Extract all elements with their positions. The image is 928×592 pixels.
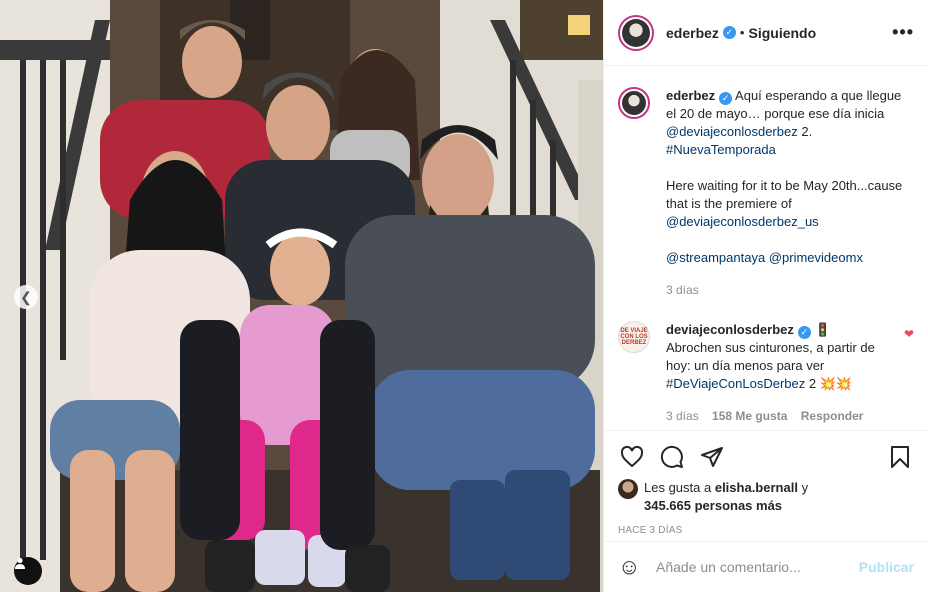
caption-mention-4[interactable]: @primevideomx [769,250,863,265]
comment-text: Abrochen sus cinturones, a partir de hoy… [666,340,875,373]
post-actions: Les gusta a elisha.bernall y 345.665 per… [604,430,928,536]
comment-button[interactable] [658,443,686,471]
verified-badge-icon: ✓ [722,26,736,39]
save-button[interactable] [886,443,914,471]
caption-text-1b: 2. [797,124,813,139]
carousel-prev-button[interactable]: ❮ [14,285,38,309]
comment-item: DE VIAJE CON LOS DERBEZ deviajeconlosder… [618,321,914,425]
comment-likes[interactable]: 158 Me gusta [712,409,787,423]
likes-conj: y [801,480,809,495]
following-button[interactable]: Siguiendo [748,25,816,41]
caption: ederbez ✓ Aquí esperando a que llegue el … [618,87,914,299]
add-comment-bar: ☺ Publicar [604,541,928,592]
liker-username[interactable]: elisha.bernall [715,480,798,495]
comment-emojis: 💥💥 [819,376,853,391]
tagged-users-button[interactable] [14,557,42,585]
caption-meta: 3 días [666,281,914,299]
liker-avatar[interactable] [618,479,638,499]
comment-hashtag[interactable]: #DeViajeConLosDerbez [666,376,805,391]
send-icon [701,447,723,467]
comment-author[interactable]: deviajeconlosderbez [666,322,794,337]
caption-author[interactable]: ederbez [666,88,715,103]
comment-like-heart-icon[interactable]: ❤ [904,327,914,425]
family-photo-illustration [0,0,603,592]
post-header: ederbez ✓ • Siguiendo ••• [604,0,928,66]
likes-summary: Les gusta a elisha.bernall y 345.665 per… [618,479,914,515]
comment-reply-button[interactable]: Responder [801,409,864,423]
caption-hashtag-1[interactable]: #NuevaTemporada [666,142,776,157]
post-side-panel: ederbez ✓ • Siguiendo ••• ederbez ✓ Aquí … [603,0,928,592]
comment-avatar-logo-text: DE VIAJE CON LOS DERBEZ [620,328,648,346]
post-photo[interactable]: ❮ [0,0,603,592]
emoji-picker-icon[interactable]: ☺ [618,554,646,580]
comment-icon [660,445,683,468]
heart-icon [620,445,644,468]
caption-text-2: Here waiting for it to be May 20th...cau… [666,178,903,211]
separator-dot: • [739,25,745,40]
user-tag-icon [15,557,25,569]
author-avatar[interactable] [618,14,654,51]
comment-input[interactable] [656,559,859,575]
verified-badge-icon: ✓ [797,326,811,339]
caption-mention-3[interactable]: @streampantaya [666,250,765,265]
chevron-left-icon: ❮ [20,288,32,305]
verified-badge-icon: ✓ [719,92,733,105]
caption-mention-2[interactable]: @deviajeconlosderbez_us [666,214,819,229]
bookmark-icon [891,446,909,468]
caption-mention-1[interactable]: @deviajeconlosderbez [666,124,798,139]
comments-list[interactable]: ederbez ✓ Aquí esperando a que llegue el … [604,67,928,429]
comment-text-after: 2 [805,376,820,391]
comment-meta: 3 días 158 Me gusta Responder [666,407,898,425]
author-username[interactable]: ederbez [666,25,719,41]
share-button[interactable] [698,443,726,471]
more-options-icon[interactable]: ••• [892,22,914,43]
caption-time[interactable]: 3 días [666,283,699,297]
likes-prefix: Les gusta a [644,480,712,495]
comment-time[interactable]: 3 días [666,409,699,423]
comment-emoji-1: 🚦 [814,322,831,337]
post-timestamp[interactable]: HACE 3 DÍAS [618,525,914,536]
caption-author-avatar[interactable] [618,87,650,119]
like-button[interactable] [618,443,646,471]
comment-author-avatar[interactable]: DE VIAJE CON LOS DERBEZ [618,321,650,353]
likes-others[interactable]: 345.665 personas más [644,498,782,513]
publish-button[interactable]: Publicar [859,559,914,575]
